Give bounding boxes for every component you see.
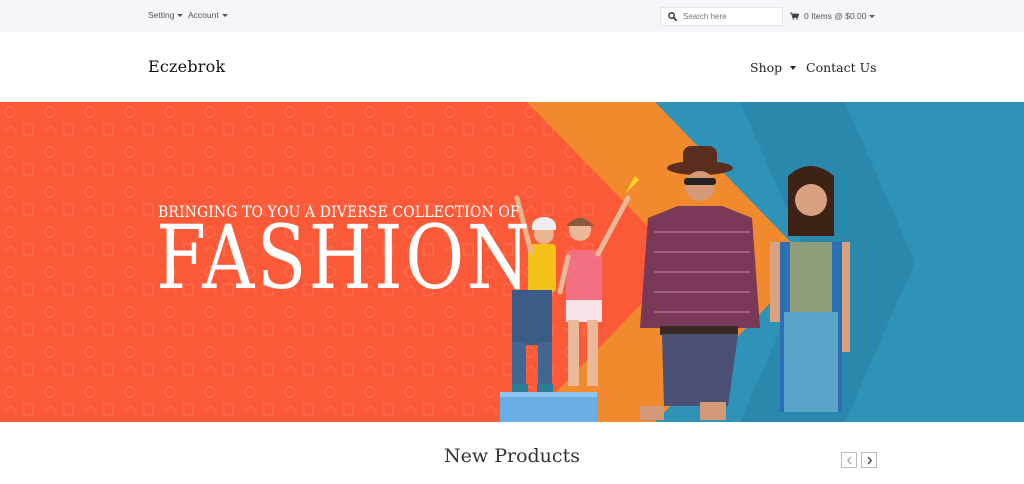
caret-down-icon — [868, 14, 875, 18]
chevron-left-icon — [846, 456, 851, 464]
caret-down-icon — [221, 14, 228, 17]
hero-banner[interactable]: BRINGING TO YOU A DIVERSE COLLECTION OF … — [0, 102, 1024, 422]
chevron-right-icon — [867, 456, 872, 464]
carousel-next-button[interactable] — [861, 452, 877, 468]
caret-down-icon — [177, 14, 184, 17]
setting-menu[interactable]: Setting — [148, 10, 184, 20]
account-label: Account — [188, 10, 219, 20]
search-input[interactable] — [683, 12, 773, 21]
account-menu[interactable]: Account — [188, 10, 228, 20]
setting-label: Setting — [148, 10, 175, 20]
search-box — [660, 7, 783, 26]
cart-label: 0 Items @ $0.00 — [804, 11, 867, 21]
caret-down-icon — [790, 65, 797, 70]
search-icon[interactable] — [668, 12, 677, 21]
nav-contact-label: Contact Us — [806, 60, 877, 75]
brand-logo[interactable]: Eczebrok — [148, 57, 225, 76]
nav-shop[interactable]: Shop — [750, 60, 797, 75]
cart-icon — [790, 12, 799, 20]
banner-headline: FASHION — [156, 206, 533, 309]
nav-contact-us[interactable]: Contact Us — [806, 60, 877, 75]
top-bar: Setting Account 0 Items @ $0.00 — [0, 0, 1024, 32]
nav-shop-label: Shop — [750, 60, 783, 75]
cart-dropdown[interactable]: 0 Items @ $0.00 — [790, 11, 875, 21]
carousel-prev-button[interactable] — [841, 452, 857, 468]
